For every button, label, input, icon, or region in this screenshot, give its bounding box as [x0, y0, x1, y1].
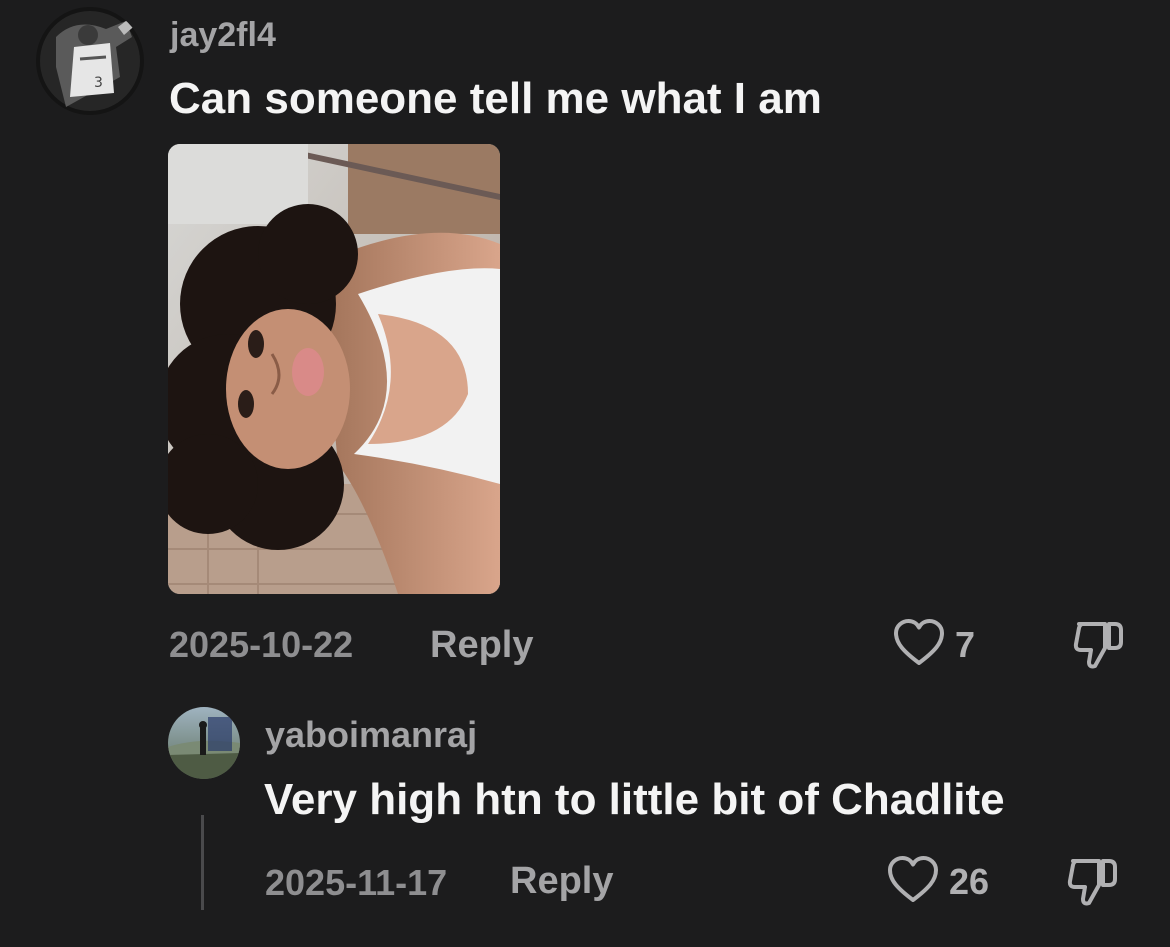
like-button[interactable]: 7 — [893, 618, 976, 672]
reply-avatar[interactable] — [168, 707, 240, 779]
comment-photo[interactable] — [168, 144, 500, 594]
comment-text: Can someone tell me what I am — [169, 74, 822, 123]
thumbs-down-icon — [1071, 622, 1125, 676]
reply-date: 2025-11-17 — [265, 862, 448, 903]
svg-text:3: 3 — [94, 75, 103, 91]
reply-button[interactable]: Reply — [430, 624, 533, 667]
heart-outline-icon — [887, 855, 939, 909]
comments-section: 3 jay2fl4 Can someone tell me what I am — [0, 0, 1170, 947]
comment-date: 2025-10-22 — [169, 624, 354, 665]
dislike-button[interactable] — [1065, 857, 1119, 914]
reply-text: Very high htn to little bit of Chadlite — [264, 775, 1005, 824]
like-count: 26 — [949, 861, 990, 902]
heart-outline-icon — [893, 618, 945, 672]
dislike-button[interactable] — [1071, 620, 1125, 677]
like-button[interactable]: 26 — [887, 855, 990, 909]
like-count: 7 — [955, 624, 976, 665]
avatar[interactable]: 3 — [36, 7, 144, 115]
thumbs-down-icon — [1065, 859, 1119, 913]
reply-button[interactable]: Reply — [510, 860, 613, 903]
reply-username[interactable]: yaboimanraj — [265, 714, 477, 756]
thread-line — [201, 815, 204, 910]
comment-username[interactable]: jay2fl4 — [170, 16, 276, 55]
